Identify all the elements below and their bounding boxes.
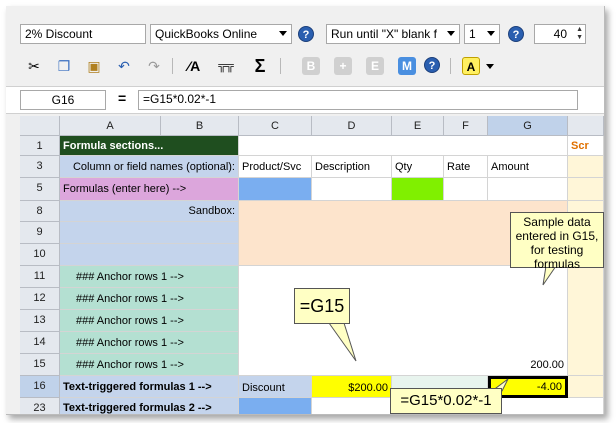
g16-formula-callout: =G15*0.02*-1 xyxy=(390,388,502,414)
callout-pointers xyxy=(328,265,557,392)
callout-pointer xyxy=(328,322,357,362)
sample-data-callout: Sample data entered in G15, for testing … xyxy=(510,212,604,271)
g15-callout: =G15 xyxy=(294,288,350,324)
spreadsheet-window: 2% Discount QuickBooks Online ? Run unti… xyxy=(6,6,605,415)
